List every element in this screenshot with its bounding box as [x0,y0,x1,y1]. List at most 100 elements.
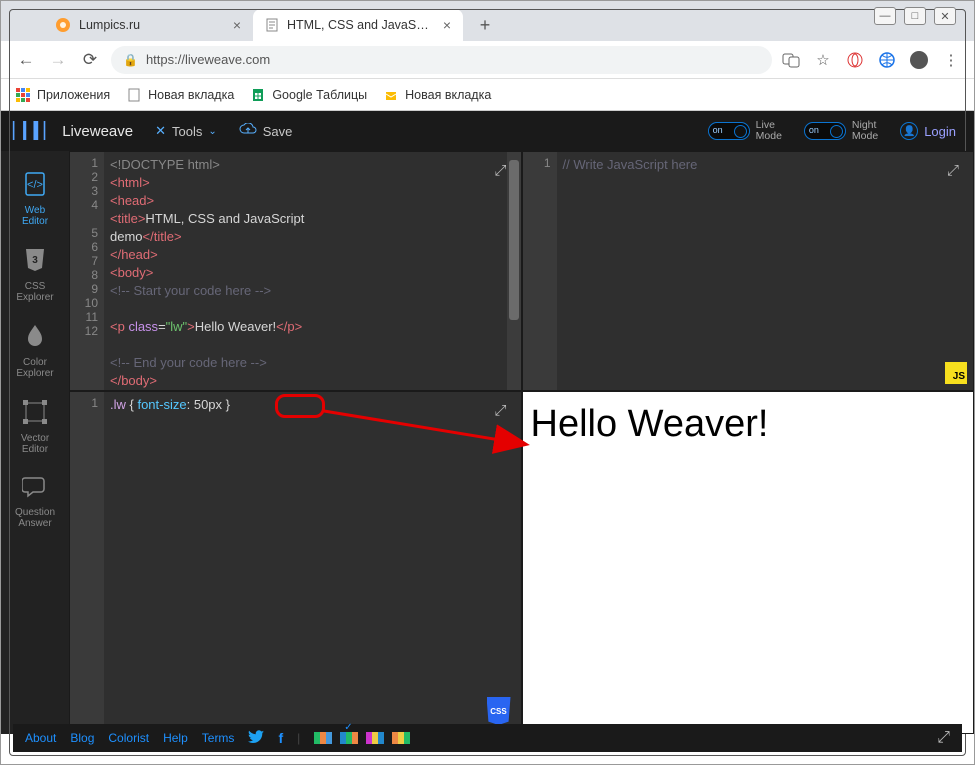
globe-icon[interactable] [878,51,896,69]
footer-colorist[interactable]: Colorist [108,731,149,745]
lumpics-favicon-icon [55,17,71,33]
login-label: Login [924,124,956,139]
footer-help[interactable]: Help [163,731,188,745]
css-pane[interactable]: 1 .lw { font-size: 50px } ⤢ CSS [69,391,522,734]
line-gutter: 1 [523,152,557,390]
toggle-label: Night Mode [852,120,878,142]
forward-button[interactable]: → [47,50,69,70]
night-mode-toggle[interactable]: Night Mode [804,120,878,142]
sidebar-label: Vector Editor [21,433,49,455]
code-file-icon: </> [22,171,48,201]
bookmark-item[interactable]: Новая вкладка [126,87,234,103]
theme-swatch[interactable] [314,732,332,744]
close-icon[interactable]: × [443,17,451,33]
bookmark-item[interactable]: Google Таблицы [250,87,367,103]
expand-icon[interactable]: ⤢ [947,162,959,179]
main-area: </> Web Editor 3 CSS Explorer Color Expl… [1,151,974,734]
tab-title: HTML, CSS and JavaScript demo [287,18,435,32]
expand-icon[interactable]: ⤢ [494,402,506,419]
close-icon[interactable]: × [233,17,241,33]
sidebar-color-explorer[interactable]: Color Explorer [1,313,69,389]
live-mode-toggle[interactable]: Live Mode [708,120,782,142]
sidebar-web-editor[interactable]: </> Web Editor [1,161,69,237]
bookmark-item[interactable]: Новая вкладка [383,87,491,103]
page-icon [126,87,142,103]
sidebar-css-explorer[interactable]: 3 CSS Explorer [1,237,69,313]
browser-tab-strip: Lumpics.ru × HTML, CSS and JavaScript de… [1,1,974,41]
tools-label: Tools [172,124,202,139]
js-code[interactable]: // Write JavaScript here [557,152,974,390]
toggle-track [708,122,750,140]
apps-button[interactable]: Приложения [15,87,110,103]
address-bar-row: ← → ⟳ 🔒 https://liveweave.com ☆ ⋮ [1,41,974,79]
css3-icon: 3 [23,247,47,277]
maximize-button[interactable]: □ [904,7,926,25]
menu-icon[interactable]: ⋮ [942,51,960,69]
js-pane[interactable]: 1 // Write JavaScript here ⤢ JS [522,151,975,391]
line-gutter: 1 [70,392,104,733]
footer-about[interactable]: About [25,731,56,745]
expand-icon[interactable]: ⤢ [937,729,950,747]
url-text: https://liveweave.com [146,52,270,67]
footer-terms[interactable]: Terms [202,731,235,745]
sidebar-label: Color Explorer [16,357,53,379]
sidebar-vector-editor[interactable]: Vector Editor [1,389,69,465]
sheets-icon [250,87,266,103]
page-icon [383,87,399,103]
bookmark-label: Google Таблицы [272,88,367,102]
html-pane[interactable]: 123456789101112 <!DOCTYPE html> <html> <… [69,151,522,391]
theme-swatches: ✓ [314,732,410,744]
html-code[interactable]: <!DOCTYPE html> <html> <head> <title>HTM… [104,152,521,390]
svg-text:3: 3 [32,255,38,266]
bookmark-label: Новая вкладка [405,88,491,102]
preview-pane: Hello Weaver! [522,391,975,734]
scrollbar[interactable] [507,152,521,390]
twitter-icon[interactable] [248,730,264,747]
lock-icon: 🔒 [123,53,138,67]
chevron-down-icon: ⌄ [208,126,216,137]
footer-blog[interactable]: Blog [70,731,94,745]
reload-button[interactable]: ⟳ [79,50,101,70]
expand-icon[interactable]: ⤢ [494,162,506,179]
sidebar-label: Web Editor [22,205,48,227]
svg-text:</>: </> [27,179,43,191]
profile-avatar[interactable] [910,51,928,69]
star-icon[interactable]: ☆ [814,51,832,69]
apps-icon [15,87,31,103]
new-tab-button[interactable]: + [471,11,499,39]
login-button[interactable]: 👤 Login [900,122,956,140]
brand-label: Liveweave [62,123,133,140]
tab-lumpics[interactable]: Lumpics.ru × [43,9,253,41]
brand[interactable]: ▏▎▍▏ Liveweave [13,121,133,141]
toggle-track [804,122,846,140]
cloud-icon [239,123,257,140]
back-button[interactable]: ← [15,50,37,70]
preview-text: Hello Weaver! [531,403,769,445]
minimize-button[interactable]: — [874,7,896,25]
theme-swatch[interactable] [392,732,410,744]
tab-title: Lumpics.ru [79,18,140,32]
brand-icon: ▏▎▍▏ [13,121,54,141]
editor-panes: 123456789101112 <!DOCTYPE html> <html> <… [69,151,974,734]
theme-swatch[interactable] [366,732,384,744]
translate-icon[interactable] [782,51,800,69]
save-label: Save [263,124,293,139]
address-actions: ☆ ⋮ [782,51,960,69]
url-input[interactable]: 🔒 https://liveweave.com [111,46,772,74]
bookmark-label: Новая вкладка [148,88,234,102]
close-button[interactable]: ✕ [934,7,956,25]
theme-swatch[interactable]: ✓ [340,732,358,744]
opera-icon[interactable] [846,51,864,69]
save-button[interactable]: Save [239,123,293,140]
sidebar: </> Web Editor 3 CSS Explorer Color Expl… [1,151,69,734]
tab-liveweave[interactable]: HTML, CSS and JavaScript demo × [253,9,463,41]
user-icon: 👤 [900,122,918,140]
css-code[interactable]: .lw { font-size: 50px } [104,392,521,733]
toggle-label: Live Mode [756,120,782,142]
sidebar-question-answer[interactable]: Question Answer [1,465,69,539]
tools-dropdown[interactable]: ✕ Tools ⌄ [155,123,217,139]
facebook-icon[interactable]: f [278,730,283,746]
line-gutter: 123456789101112 [70,152,104,390]
sidebar-label: CSS Explorer [16,281,53,303]
bookmark-label: Приложения [37,88,110,102]
